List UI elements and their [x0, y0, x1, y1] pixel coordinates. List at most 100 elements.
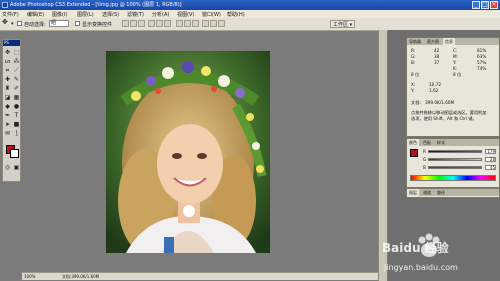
info-bits-left: 8 位: [411, 72, 420, 77]
type-tool-icon[interactable]: T: [13, 112, 20, 119]
layers-panel-collapsed: 图层 通道 路径: [406, 188, 500, 198]
info-panel: 导航器 直方图 信息 R: 42 G: 38 B: 37 C: 81% M: 6…: [406, 37, 500, 137]
align-bottom-icon[interactable]: [138, 20, 145, 27]
info-k-label: K:: [453, 66, 458, 71]
history-brush-icon[interactable]: ✐: [13, 85, 20, 92]
color-b-slider[interactable]: [428, 166, 482, 169]
gradient-tool-icon[interactable]: ▦: [13, 94, 20, 101]
distribute-vcenter-icon[interactable]: [184, 20, 191, 27]
photoshop-app-icon: [2, 2, 8, 8]
document-size: 文档:399.0K/1.60M: [62, 274, 100, 279]
tab-paths[interactable]: 路径: [435, 189, 447, 196]
zoom-level[interactable]: 100%: [24, 273, 35, 280]
eyedropper-tool-icon[interactable]: ⟆: [13, 130, 20, 137]
info-bits-right: 8 位: [453, 72, 462, 77]
crop-tool-icon[interactable]: ⌗: [4, 67, 11, 74]
align-top-icon[interactable]: [122, 20, 129, 27]
tab-color[interactable]: 颜色: [407, 139, 419, 146]
dodge-tool-icon[interactable]: ●: [13, 103, 20, 110]
menu-edit[interactable]: 编辑(E): [27, 11, 44, 18]
distribute-top-icon[interactable]: [176, 20, 183, 27]
distribute-hcenter-icon[interactable]: [210, 20, 217, 27]
tab-info[interactable]: 信息: [443, 38, 455, 45]
show-transform-label: 显示变换控件: [82, 21, 113, 28]
info-ycoord-label: Y:: [411, 88, 415, 93]
info-g-value: 38: [434, 54, 440, 59]
brush-tool-icon[interactable]: ✎: [13, 76, 20, 83]
menu-select[interactable]: 选择(S): [102, 11, 119, 18]
screen-mode-icon[interactable]: ▣: [13, 164, 20, 171]
color-g-slider[interactable]: [428, 158, 482, 161]
workspace-button[interactable]: 工作区 ▾: [330, 20, 356, 28]
color-g-value: 28: [489, 157, 495, 162]
tab-layers[interactable]: 图层: [407, 189, 419, 196]
info-help-line2: 选项，使用 Shift、Alt 和 Ctrl 键。: [411, 116, 477, 121]
tools-panel: PS ✥ ⬚ ᔕ ⁂ ⌗ ⟋ ✚ ✎ ♜ ✐ ◪ ▦ ◆ ● ✒ T ➤ ■ ✉…: [2, 39, 21, 182]
tool-preset-dropdown[interactable]: ▾: [11, 21, 14, 27]
info-x-value: 10.72: [429, 82, 441, 87]
info-c-label: C:: [453, 48, 458, 53]
auto-select-label: 自动选择:: [24, 21, 46, 28]
menu-file[interactable]: 文件(F): [2, 11, 19, 18]
info-r-value: 42: [434, 48, 440, 53]
color-g-label: G: [423, 157, 427, 162]
tab-channels[interactable]: 通道: [421, 189, 433, 196]
info-g-label: G:: [411, 54, 416, 59]
color-r-slider[interactable]: [428, 150, 482, 153]
pen-tool-icon[interactable]: ✒: [4, 112, 11, 119]
slice-tool-icon[interactable]: ⟋: [13, 67, 20, 74]
align-left-icon[interactable]: [148, 20, 155, 27]
marquee-tool-icon[interactable]: ⬚: [13, 49, 20, 56]
notes-tool-icon[interactable]: ✉: [4, 130, 11, 137]
clone-stamp-icon[interactable]: ♜: [4, 85, 11, 92]
distribute-right-icon[interactable]: [218, 20, 225, 27]
tab-styles[interactable]: 样式: [435, 139, 447, 146]
tab-navigator[interactable]: 导航器: [407, 38, 423, 45]
tab-swatches[interactable]: 色板: [421, 139, 433, 146]
tools-panel-header: PS: [3, 40, 20, 46]
maximize-icon[interactable]: □: [481, 1, 489, 9]
menu-help[interactable]: 帮助(H): [227, 11, 245, 18]
align-hcenter-icon[interactable]: [156, 20, 163, 27]
info-doc-label: 文档:: [411, 100, 421, 105]
show-transform-checkbox[interactable]: [75, 21, 80, 26]
menu-window[interactable]: 窗口(W): [202, 11, 221, 18]
status-bar: 100% 文档:399.0K/1.60M: [22, 272, 378, 280]
move-tool-icon[interactable]: ✥: [2, 18, 8, 26]
color-r-value: 179: [487, 149, 495, 154]
color-r-field[interactable]: 179: [485, 149, 496, 154]
shape-tool-icon[interactable]: ■: [13, 121, 20, 128]
document-canvas[interactable]: [106, 51, 270, 253]
menu-layer[interactable]: 图层(L): [77, 11, 94, 18]
menu-image[interactable]: 图像(I): [52, 11, 67, 18]
eraser-tool-icon[interactable]: ◪: [4, 94, 11, 101]
info-m-label: M:: [453, 54, 459, 59]
color-g-field[interactable]: 28: [485, 157, 496, 162]
quick-mask-icon[interactable]: ◎: [4, 164, 11, 171]
minimize-icon[interactable]: _: [472, 1, 480, 9]
distribute-bottom-icon[interactable]: [192, 20, 199, 27]
lasso-tool-icon[interactable]: ᔕ: [4, 58, 11, 65]
path-select-icon[interactable]: ➤: [4, 121, 11, 128]
auto-select-dropdown[interactable]: 组: [49, 20, 69, 27]
workspace-label: 工作区: [333, 22, 349, 28]
healing-brush-icon[interactable]: ✚: [4, 76, 11, 83]
blur-tool-icon[interactable]: ◆: [4, 103, 11, 110]
color-spectrum-ramp[interactable]: [410, 175, 496, 181]
move-tool-icon[interactable]: ✥: [4, 49, 11, 56]
tab-histogram[interactable]: 直方图: [425, 38, 441, 45]
distribute-left-icon[interactable]: [202, 20, 209, 27]
close-icon[interactable]: ×: [490, 1, 498, 9]
menu-analysis[interactable]: 分析(A): [152, 11, 169, 18]
auto-select-checkbox[interactable]: [17, 21, 22, 26]
align-vcenter-icon[interactable]: [130, 20, 137, 27]
align-right-icon[interactable]: [164, 20, 171, 27]
color-panel-foreground-swatch[interactable]: [410, 149, 418, 157]
quick-select-tool-icon[interactable]: ⁂: [13, 58, 20, 65]
color-b-field[interactable]: 45: [485, 165, 496, 170]
color-panel: 颜色 色板 样式 R 179 G 28 B 45: [406, 138, 500, 188]
menu-filter[interactable]: 滤镜(T): [127, 11, 144, 18]
background-color-swatch[interactable]: [10, 149, 19, 158]
info-y-label: Y:: [453, 60, 457, 65]
menu-view[interactable]: 视图(V): [177, 11, 194, 18]
